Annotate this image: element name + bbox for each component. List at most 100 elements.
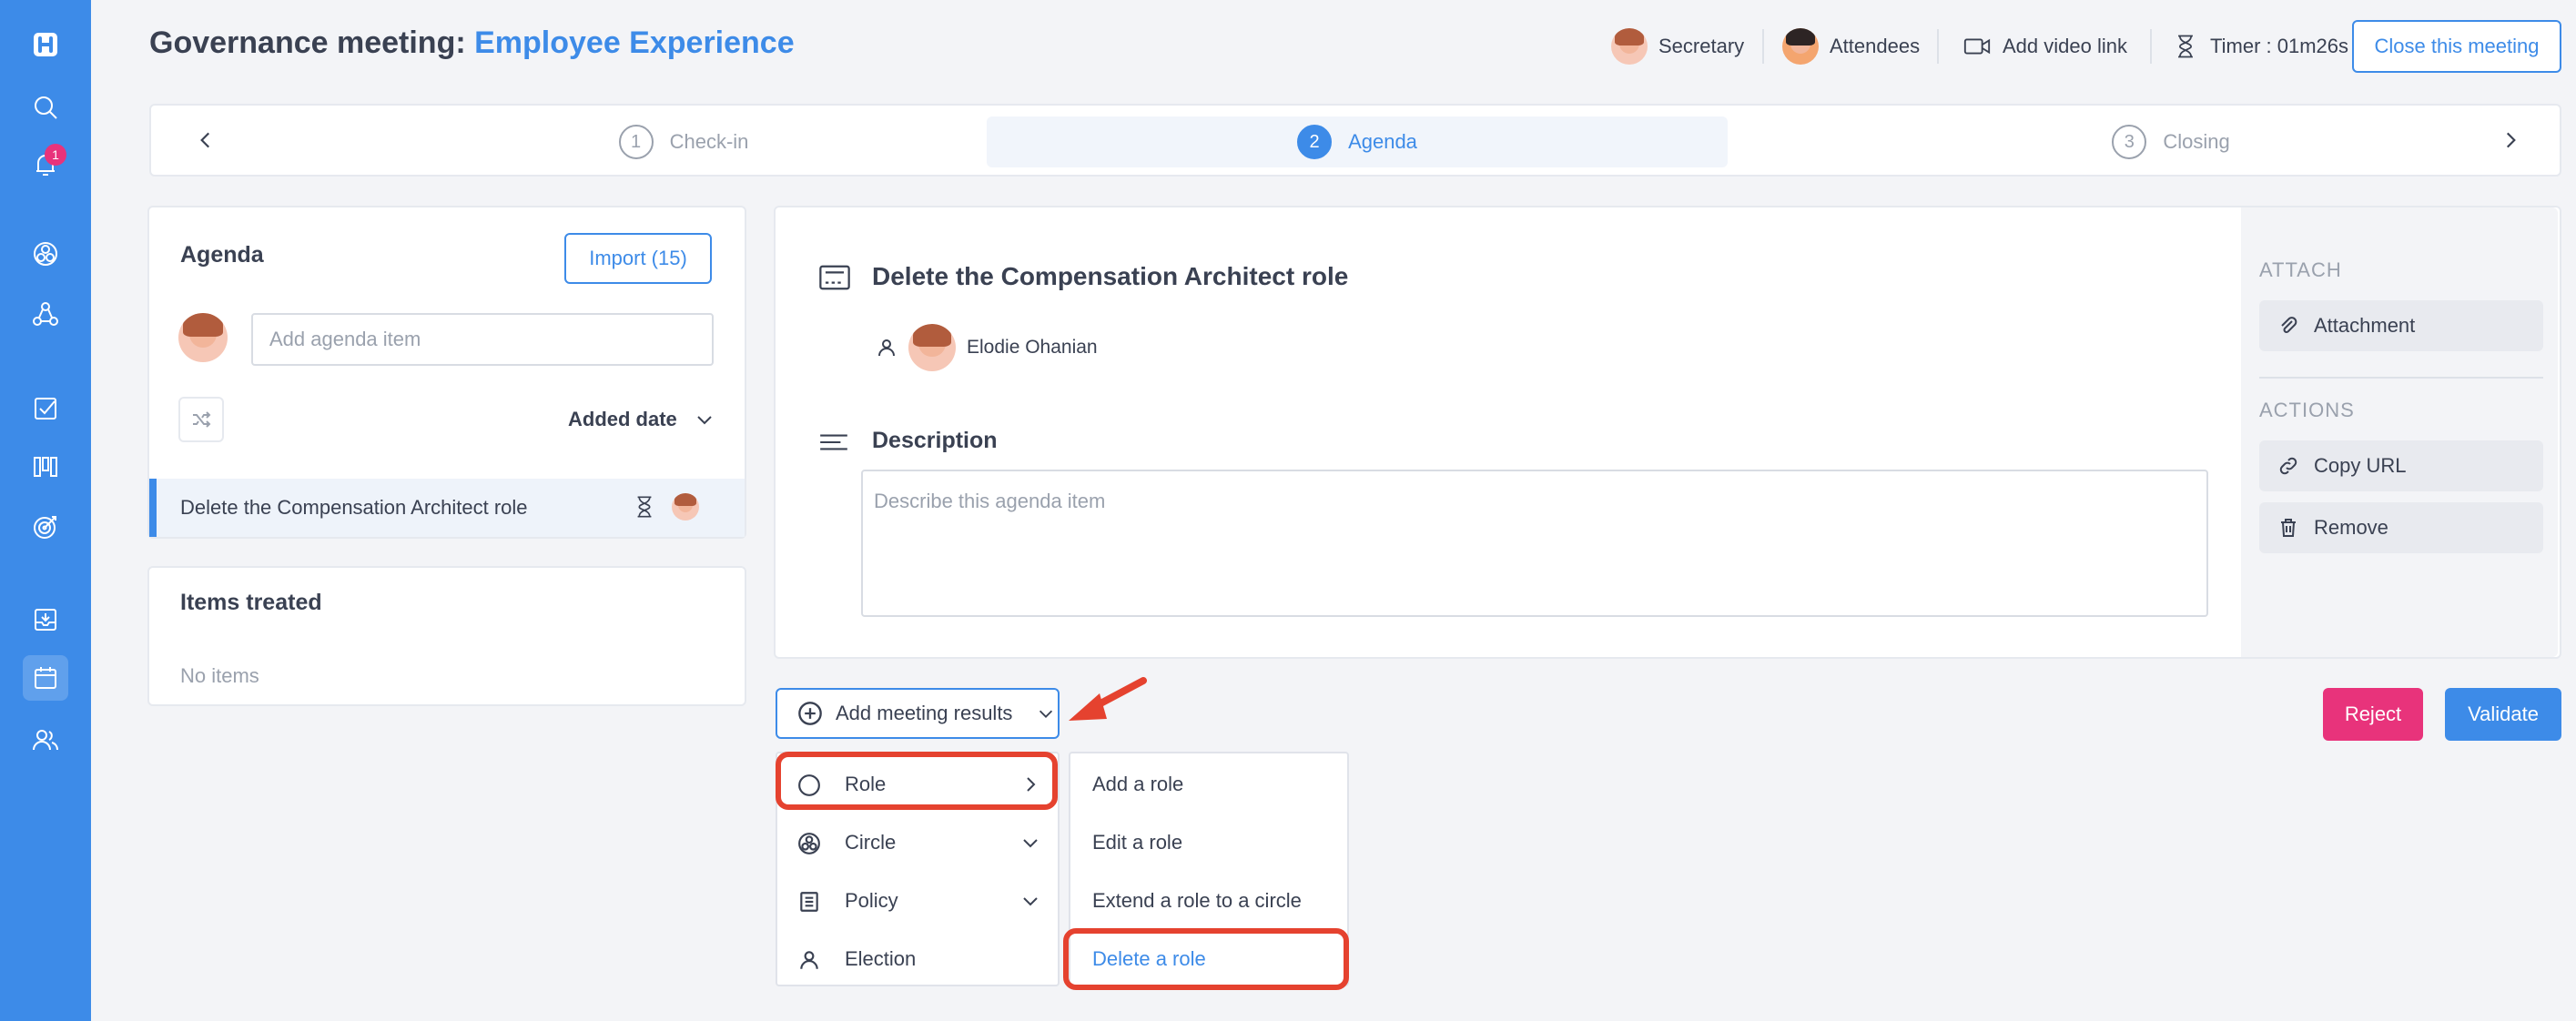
agenda-item-title[interactable]: Delete the Compensation Architect role — [872, 262, 1348, 291]
step-agenda[interactable]: 2 Agenda — [987, 116, 1728, 167]
kanban-icon[interactable] — [23, 444, 68, 490]
attachment-label: Attachment — [2314, 314, 2416, 337]
agenda-item-label: Delete the Compensation Architect role — [180, 496, 528, 519]
items-treated-panel: Items treated No items — [147, 566, 746, 706]
annotation-highlight-delete-role — [1063, 928, 1349, 990]
user-avatar — [178, 313, 228, 362]
validate-button[interactable]: Validate — [2445, 688, 2561, 741]
step-label: Check-in — [669, 130, 749, 153]
submenu-edit-role[interactable]: Edit a role — [1070, 814, 1354, 872]
shuffle-icon — [193, 411, 211, 428]
menu-item-election[interactable]: Election — [777, 930, 1058, 988]
video-camera-icon — [1963, 38, 1991, 55]
timer-button[interactable]: Timer : 01m26s — [2172, 24, 2348, 69]
step-label: Closing — [2163, 130, 2230, 153]
timer-label: Timer : 01m26s — [2210, 35, 2349, 57]
agenda-panel: Agenda Import (15) Added date Delete the… — [147, 206, 746, 539]
secretary-avatar — [1611, 28, 1648, 65]
checkbox-icon[interactable] — [23, 386, 68, 431]
circle-network-icon — [798, 833, 820, 854]
step-number: 1 — [618, 125, 654, 159]
calendar-icon[interactable] — [23, 655, 68, 701]
add-video-link-button[interactable]: Add video link — [1962, 24, 2127, 69]
attendees-selector[interactable]: Attendees — [1782, 24, 1920, 69]
owner-avatar — [908, 324, 956, 371]
stepper-next-button[interactable] — [2492, 122, 2529, 158]
attachment-button[interactable]: Attachment — [2259, 300, 2543, 351]
video-link-label: Add video link — [2003, 35, 2127, 57]
attach-heading: ATTACH — [2259, 258, 2342, 281]
step-number: 2 — [1297, 125, 1333, 159]
title-prefix: Governance meeting: — [149, 25, 466, 60]
shuffle-button[interactable] — [178, 397, 224, 442]
link-icon — [2279, 457, 2297, 475]
header-divider — [1762, 29, 1764, 64]
remove-label: Remove — [2314, 516, 2388, 539]
agenda-item-detail: Delete the Compensation Architect role E… — [774, 206, 2561, 659]
chevron-down-icon — [1023, 897, 1038, 906]
attendees-label: Attendees — [1830, 35, 1921, 57]
people-icon[interactable] — [23, 717, 68, 763]
stepper-prev-button[interactable] — [188, 122, 224, 158]
attendees-avatar — [1782, 28, 1819, 65]
inbox-icon[interactable] — [23, 597, 68, 642]
step-closing[interactable]: 3 Closing — [2021, 116, 2321, 167]
add-agenda-item-input[interactable] — [251, 313, 714, 366]
owner-name: Elodie Ohanian — [967, 337, 1098, 358]
logo-icon[interactable] — [23, 22, 68, 67]
add-meeting-results-label: Add meeting results — [836, 702, 1013, 724]
search-icon[interactable] — [23, 85, 68, 130]
roles-icon[interactable] — [23, 291, 68, 337]
agenda-item-icon — [819, 265, 850, 290]
step-check-in[interactable]: 1 Check-in — [533, 116, 834, 167]
sidebar: 1 — [0, 0, 91, 1021]
step-number: 3 — [2112, 125, 2147, 159]
description-input[interactable] — [861, 470, 2208, 617]
menu-item-label: Circle — [845, 831, 897, 854]
meeting-header: Governance meeting: Employee Experience … — [91, 0, 2576, 93]
agenda-list-item[interactable]: Delete the Compensation Architect role — [149, 479, 745, 537]
annotation-highlight-role — [776, 752, 1058, 810]
copy-url-button[interactable]: Copy URL — [2259, 440, 2543, 491]
panel-divider — [2259, 377, 2543, 379]
title-circle-link[interactable]: Employee Experience — [474, 25, 795, 60]
item-owner-avatar — [672, 493, 699, 521]
menu-item-circle[interactable]: Circle — [777, 814, 1058, 872]
menu-item-policy[interactable]: Policy — [777, 872, 1058, 930]
submenu-extend-role[interactable]: Extend a role to a circle — [1070, 872, 1354, 930]
sort-dropdown[interactable]: Added date — [568, 408, 715, 431]
notification-badge: 1 — [45, 144, 66, 166]
menu-item-label: Policy — [845, 889, 898, 912]
person-icon — [878, 339, 895, 357]
description-icon — [820, 434, 847, 450]
chevron-down-icon — [697, 416, 712, 425]
sort-label: Added date — [568, 408, 677, 430]
target-icon[interactable] — [23, 504, 68, 550]
reject-button[interactable]: Reject — [2323, 688, 2423, 741]
copy-url-label: Copy URL — [2314, 454, 2407, 477]
meeting-stepper: 1 Check-in 2 Agenda 3 Closing — [149, 104, 2561, 177]
remove-button[interactable]: Remove — [2259, 502, 2543, 553]
no-items-label: No items — [180, 664, 259, 687]
close-meeting-button[interactable]: Close this meeting — [2352, 20, 2561, 73]
add-meeting-results-button[interactable]: Add meeting results — [776, 688, 1060, 739]
hourglass-icon — [637, 496, 652, 518]
person-icon — [800, 951, 818, 969]
secretary-selector[interactable]: Secretary — [1611, 24, 1744, 69]
circle-network-icon[interactable] — [23, 231, 68, 277]
header-divider — [2150, 29, 2152, 64]
agenda-title: Agenda — [180, 242, 264, 268]
bell-icon[interactable]: 1 — [23, 142, 68, 187]
submenu-add-role[interactable]: Add a role — [1070, 755, 1354, 814]
chevron-right-icon — [2506, 132, 2516, 148]
plus-circle-icon — [798, 702, 822, 725]
document-icon — [800, 892, 818, 912]
chevron-down-icon — [1040, 710, 1053, 718]
actions-heading: ACTIONS — [2259, 399, 2355, 421]
chevron-down-icon — [1023, 839, 1038, 848]
import-button[interactable]: Import (15) — [564, 233, 712, 284]
item-side-panel: ATTACH Attachment ACTIONS Copy URL Remov… — [2241, 207, 2558, 657]
menu-item-label: Election — [845, 947, 917, 970]
paperclip-icon — [2281, 317, 2297, 333]
agenda-item-owner[interactable]: Elodie Ohanian — [876, 324, 1098, 371]
